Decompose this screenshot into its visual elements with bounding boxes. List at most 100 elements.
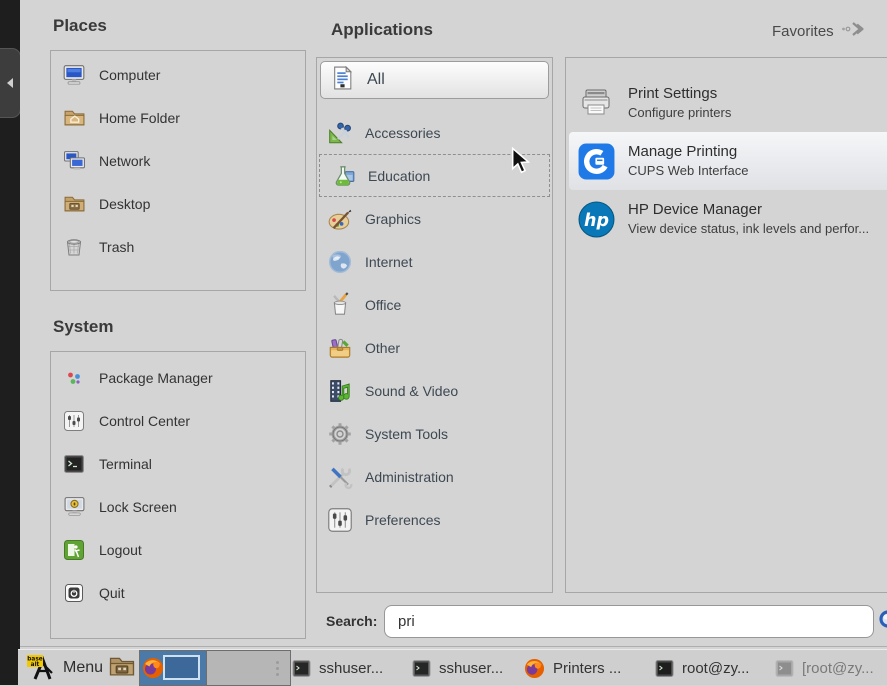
category-preferences[interactable]: Preferences xyxy=(317,498,552,541)
category-other[interactable]: Other xyxy=(317,326,552,369)
system-item-logout[interactable]: Logout xyxy=(51,528,305,571)
system-item-package-manager[interactable]: Package Manager xyxy=(51,356,305,399)
favorites-label: Favorites xyxy=(772,23,834,40)
search-label: Search: xyxy=(326,613,377,629)
places-item-label: Computer xyxy=(99,67,160,83)
places-item-label: Network xyxy=(99,153,150,169)
system-item-label: Control Center xyxy=(99,413,190,429)
category-office[interactable]: Office xyxy=(317,283,552,326)
preferences-icon xyxy=(327,507,353,533)
panel-hide-tab[interactable] xyxy=(0,48,21,118)
category-all[interactable]: All xyxy=(320,61,549,99)
app-item-title: Print Settings xyxy=(628,83,731,104)
panel-applet-handle[interactable] xyxy=(276,650,279,686)
taskbar-window-label: sshuser... xyxy=(319,660,383,677)
app-item-text: Print Settings Configure printers xyxy=(628,83,731,122)
collapse-arrow-icon xyxy=(7,78,13,88)
taskbar-window-printers[interactable]: Printers ... xyxy=(524,650,652,686)
system-list: Package Manager Control Center Terminal … xyxy=(50,351,306,639)
menu-button-label: Menu xyxy=(63,659,103,677)
bottom-panel: basealt Menu sshuser... sshuser... Print… xyxy=(18,649,887,685)
system-item-control-center[interactable]: Control Center xyxy=(51,399,305,442)
places-item-desktop[interactable]: Desktop xyxy=(51,182,305,225)
system-item-quit[interactable]: Quit xyxy=(51,571,305,614)
desktop-folder-icon xyxy=(108,653,136,684)
category-label: Internet xyxy=(365,254,412,270)
app-item-subtitle: CUPS Web Interface xyxy=(628,162,748,180)
terminal-icon xyxy=(655,659,674,678)
menu-button[interactable]: basealt Menu xyxy=(23,650,106,686)
category-label: Sound & Video xyxy=(365,383,458,399)
app-item-text: HP Device Manager View device status, in… xyxy=(628,199,869,238)
home-folder-icon xyxy=(61,105,87,131)
workspace-switcher[interactable] xyxy=(139,650,291,686)
places-item-network[interactable]: Network xyxy=(51,139,305,182)
places-item-label: Trash xyxy=(99,239,134,255)
category-label: Accessories xyxy=(365,125,440,141)
desktop-folder-icon xyxy=(61,191,87,217)
category-label: Graphics xyxy=(365,211,421,227)
category-internet[interactable]: Internet xyxy=(317,240,552,283)
distro-logo-icon: basealt xyxy=(26,651,56,686)
firefox-icon xyxy=(524,659,545,678)
system-item-terminal[interactable]: Terminal xyxy=(51,442,305,485)
category-administration[interactable]: Administration xyxy=(317,455,552,498)
computer-icon xyxy=(61,62,87,88)
system-item-label: Lock Screen xyxy=(99,499,177,515)
taskbar-window-sshuser-2[interactable]: sshuser... xyxy=(412,650,530,686)
trash-icon xyxy=(61,234,87,260)
desktop-edge xyxy=(0,0,20,685)
sound-video-icon xyxy=(327,378,353,404)
category-label: Office xyxy=(365,297,401,313)
taskbar-window-root-minimized[interactable]: [root@zy... xyxy=(775,650,887,686)
terminal-icon xyxy=(61,451,87,477)
system-item-lock-screen[interactable]: Lock Screen xyxy=(51,485,305,528)
taskbar-window-sshuser-1[interactable]: sshuser... xyxy=(292,650,410,686)
places-item-label: Desktop xyxy=(99,196,150,212)
category-list: All Accessories Education Graphics Inter… xyxy=(316,57,553,593)
education-icon xyxy=(330,163,356,189)
administration-icon xyxy=(327,464,353,490)
category-sound-video[interactable]: Sound & Video xyxy=(317,369,552,412)
search-icon[interactable] xyxy=(877,608,887,635)
svg-text:hp: hp xyxy=(584,211,609,231)
app-item-hp-device-manager[interactable]: hp HP Device Manager View device status,… xyxy=(569,190,887,248)
system-title: System xyxy=(53,317,113,337)
graphics-icon xyxy=(327,206,353,232)
lock-screen-icon xyxy=(61,494,87,520)
category-graphics[interactable]: Graphics xyxy=(317,197,552,240)
app-item-subtitle: View device status, ink levels and perfo… xyxy=(628,220,869,238)
places-item-trash[interactable]: Trash xyxy=(51,225,305,268)
app-item-text: Manage Printing CUPS Web Interface xyxy=(628,141,748,180)
search-input[interactable] xyxy=(384,605,874,638)
app-item-manage-printing[interactable]: Manage Printing CUPS Web Interface xyxy=(569,132,887,190)
svg-text:alt: alt xyxy=(31,662,40,668)
cups-icon xyxy=(577,142,615,180)
favorites-link[interactable]: Favorites xyxy=(772,21,866,41)
category-system-tools[interactable]: System Tools xyxy=(317,412,552,455)
desktop-folder-launcher[interactable] xyxy=(108,650,136,686)
favorites-arrow-icon xyxy=(841,21,866,41)
taskbar-window-label: sshuser... xyxy=(439,660,503,677)
terminal-icon xyxy=(412,659,431,678)
window-outline-icon xyxy=(163,655,200,680)
app-item-subtitle: Configure printers xyxy=(628,104,731,122)
printer-icon xyxy=(577,84,615,122)
quit-icon xyxy=(61,580,87,606)
workspace-1-active[interactable] xyxy=(140,651,206,685)
places-item-home[interactable]: Home Folder xyxy=(51,96,305,139)
internet-icon xyxy=(327,249,353,275)
system-item-label: Package Manager xyxy=(99,370,213,386)
main-menu: Places Computer Home Folder Network Desk… xyxy=(20,0,887,647)
category-label: Education xyxy=(368,168,430,184)
places-item-computer[interactable]: Computer xyxy=(51,53,305,96)
places-title: Places xyxy=(53,16,107,36)
category-label: Preferences xyxy=(365,512,440,528)
app-item-print-settings[interactable]: Print Settings Configure printers xyxy=(569,74,887,132)
taskbar-window-label: Printers ... xyxy=(553,660,621,677)
accessories-icon xyxy=(327,120,353,146)
taskbar-window-label: [root@zy... xyxy=(802,660,874,677)
taskbar-window-root[interactable]: root@zy... xyxy=(655,650,773,686)
app-item-title: HP Device Manager xyxy=(628,199,869,220)
app-item-title: Manage Printing xyxy=(628,141,748,162)
